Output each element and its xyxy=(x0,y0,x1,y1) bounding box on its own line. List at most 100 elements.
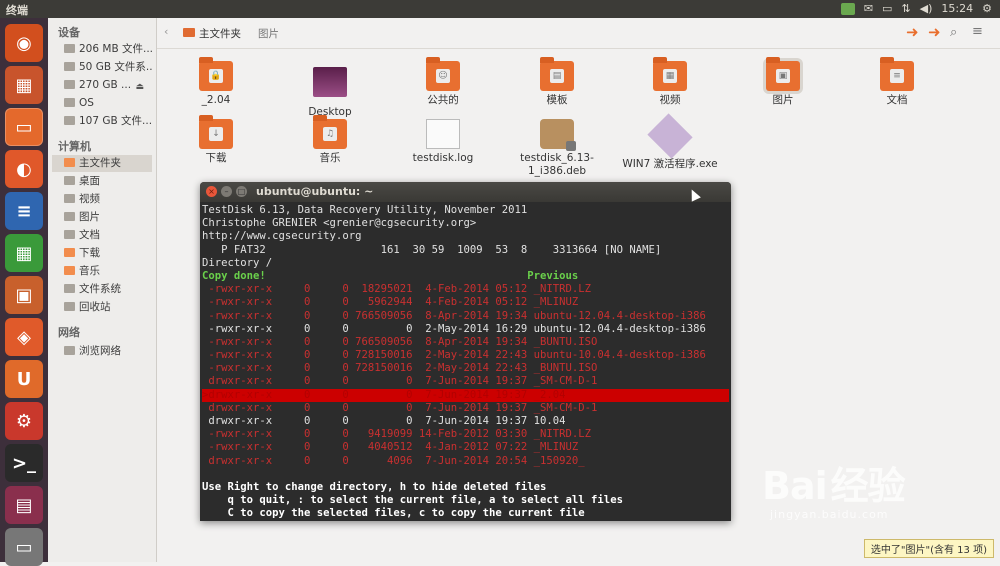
file-item-music[interactable]: ♫ 音乐 xyxy=(274,115,386,165)
sidebar-item-videos[interactable]: 视频 xyxy=(52,191,152,208)
terminal-icon: >_ xyxy=(11,452,37,474)
file-item-testdisk-deb[interactable]: testdisk_6.13-1_i386.deb xyxy=(501,119,613,178)
terminal-line: P FAT32 161 30 59 1009 53 8 3313664 [NO … xyxy=(202,243,662,256)
launcher: ◉ ▦ ▭ ◐ ≡ ▦ ▣ ◈ U ⚙ >_ ▤ ▭ xyxy=(0,18,48,566)
file-item-pictures[interactable]: ▣ 图片 xyxy=(727,57,839,107)
file-item-2-04[interactable]: 🔒 _2.04 xyxy=(160,57,272,107)
terminal-line: -rwxr-xr-x 0 0 18295021 4-Feb-2014 05:12… xyxy=(202,283,592,296)
launcher-libreoffice-impress-button[interactable]: ▣ xyxy=(5,276,43,314)
maximize-icon[interactable]: □ xyxy=(236,186,247,197)
sidebar-item-documents[interactable]: 文档 xyxy=(52,227,152,244)
file-label: 图片 xyxy=(772,94,794,106)
breadcrumb-pictures[interactable]: 图片 xyxy=(258,26,279,41)
search-icon[interactable]: ⌕ xyxy=(950,25,957,40)
folder-icon: 🔒 xyxy=(199,57,233,91)
templates-folder-icon: ▤ xyxy=(540,57,574,91)
documents-folder-icon: ≡ xyxy=(880,57,914,91)
text-file-icon xyxy=(426,119,460,149)
launcher-ubuntu-dash-button[interactable]: ◉ xyxy=(5,24,43,62)
launcher-workspaces-button[interactable]: ▤ xyxy=(5,486,43,524)
terminal-output[interactable]: TestDisk 6.13, Data Recovery Utility, No… xyxy=(202,204,729,521)
ubuntu-one-icon: U xyxy=(16,368,32,390)
terminal-line: Directory / xyxy=(202,256,273,269)
chevron-left-icon[interactable]: ‹ xyxy=(164,25,168,38)
menu-icon[interactable]: ≡ xyxy=(972,24,983,39)
file-item-videos[interactable]: ▦ 视频 xyxy=(614,57,726,107)
files-icon: ▭ xyxy=(15,116,33,138)
terminal-line: drwxr-xr-x 0 0 0 7-Jun-2014 19:37 _SM-CM… xyxy=(202,401,598,414)
launcher-libreoffice-writer-button[interactable]: ≡ xyxy=(5,192,43,230)
documents-folder-icon xyxy=(64,230,75,239)
system-tray: ✉ ▭ ⇅ ◀) 15:24 ⚙ xyxy=(840,1,992,17)
terminal-title: ubuntu@ubuntu: ~ xyxy=(256,185,374,198)
terminal-line: q to quit, : to select the current file,… xyxy=(202,494,623,507)
sidebar-item-pictures[interactable]: 图片 xyxy=(52,209,152,226)
sidebar-item-trash[interactable]: 回收站 xyxy=(52,299,152,316)
launcher-ubuntu-one-button[interactable]: U xyxy=(5,360,43,398)
update-indicator-icon[interactable] xyxy=(840,3,855,15)
terminal-window[interactable]: × – □ ubuntu@ubuntu: ~ TestDisk 6.13, Da… xyxy=(200,182,731,521)
desktop-icon xyxy=(64,176,75,185)
lock-icon: 🔒 xyxy=(209,69,223,83)
terminal-line: http://www.cgsecurity.org xyxy=(202,230,362,243)
volume-icon[interactable]: ◀) xyxy=(920,1,933,17)
file-label: 文档 xyxy=(886,94,908,106)
sidebar-item-device-5[interactable]: 107 GB 文件... xyxy=(52,113,152,130)
forward-arrow-icon[interactable]: ➜ xyxy=(928,23,941,41)
sidebar-item-desktop[interactable]: 桌面 xyxy=(52,173,152,190)
launcher-libreoffice-calc-button[interactable]: ▦ xyxy=(5,234,43,272)
launcher-files-button[interactable]: ▭ xyxy=(5,108,43,146)
mail-icon[interactable]: ✉ xyxy=(864,1,873,17)
launcher-firefox-button[interactable]: ◐ xyxy=(5,150,43,188)
sidebar-item-device-1[interactable]: 206 MB 文件... xyxy=(52,41,152,58)
file-item-win7-exe[interactable]: WIN7 激活程序.exe xyxy=(614,113,726,171)
sidebar-item-home[interactable]: 主文件夹 xyxy=(52,155,152,172)
file-item-public[interactable]: ☺ 公共的 xyxy=(387,57,499,107)
clock[interactable]: 15:24 xyxy=(941,1,973,17)
minimize-icon[interactable]: – xyxy=(221,186,232,197)
nautilus-sidebar: 设备 206 MB 文件... 50 GB 文件系... 270 GB ... ⏏… xyxy=(48,18,157,562)
desktop-folder-icon xyxy=(313,67,347,97)
sidebar-item-browse-network[interactable]: 浏览网络 xyxy=(52,343,152,360)
battery-icon[interactable]: ▭ xyxy=(882,1,892,17)
terminal-line: -rwxr-xr-x 0 0 9419099 14-Feb-2012 03:30… xyxy=(202,428,592,441)
network-icon[interactable]: ⇅ xyxy=(901,1,910,17)
eject-icon[interactable]: ⏏ xyxy=(135,79,144,94)
breadcrumb-home[interactable]: 主文件夹 xyxy=(199,26,241,41)
launcher-system-settings-button[interactable]: ⚙ xyxy=(5,402,43,440)
file-item-testdisk-log[interactable]: testdisk.log xyxy=(387,119,499,165)
status-bar: 选中了"图片"(含有 13 项) xyxy=(863,539,994,558)
file-item-desktop[interactable]: Desktop xyxy=(274,61,386,119)
nautilus-toolbar: ‹ 主文件夹 图片 ➜ ➜ ⌕ ≡ xyxy=(157,18,1000,49)
file-label: Desktop xyxy=(308,106,352,118)
file-item-downloads[interactable]: ↓ 下载 xyxy=(160,115,272,165)
downloads-folder-icon xyxy=(64,248,75,257)
sidebar-item-filesystem[interactable]: 文件系统 xyxy=(52,281,152,298)
sidebar-item-downloads[interactable]: 下载 xyxy=(52,245,152,262)
launcher-software-center-button[interactable]: ▦ xyxy=(5,66,43,104)
pictures-folder-icon xyxy=(64,212,75,221)
public-folder-icon: ☺ xyxy=(426,57,460,91)
close-icon[interactable]: × xyxy=(206,186,217,197)
sidebar-item-device-3[interactable]: 270 GB ... ⏏ xyxy=(52,77,152,94)
file-item-documents[interactable]: ≡ 文档 xyxy=(841,57,953,107)
package-icon xyxy=(540,119,576,151)
lock-icon xyxy=(566,141,576,151)
launcher-trash-button[interactable]: ▭ xyxy=(5,528,43,566)
terminal-line: -rwxr-xr-x 0 0 728150016 2-May-2014 22:4… xyxy=(202,349,706,362)
sidebar-item-device-4[interactable]: OS xyxy=(52,95,152,112)
launcher-software-store-button[interactable]: ◈ xyxy=(5,318,43,356)
terminal-line: TestDisk 6.13, Data Recovery Utility, No… xyxy=(202,204,528,216)
home-folder-icon xyxy=(64,158,75,167)
window-title: 终端 xyxy=(6,4,28,17)
settings-gear-icon[interactable]: ⚙ xyxy=(982,1,992,17)
music-note-icon: ♫ xyxy=(323,127,337,141)
file-item-templates[interactable]: ▤ 模板 xyxy=(501,57,613,107)
libreoffice-impress-icon: ▣ xyxy=(15,284,33,306)
launcher-terminal-button[interactable]: >_ xyxy=(5,444,43,482)
back-arrow-icon[interactable]: ➜ xyxy=(906,23,919,41)
sidebar-item-device-2[interactable]: 50 GB 文件系... xyxy=(52,59,152,76)
sidebar-item-music[interactable]: 音乐 xyxy=(52,263,152,280)
terminal-titlebar[interactable]: × – □ ubuntu@ubuntu: ~ xyxy=(200,182,731,202)
